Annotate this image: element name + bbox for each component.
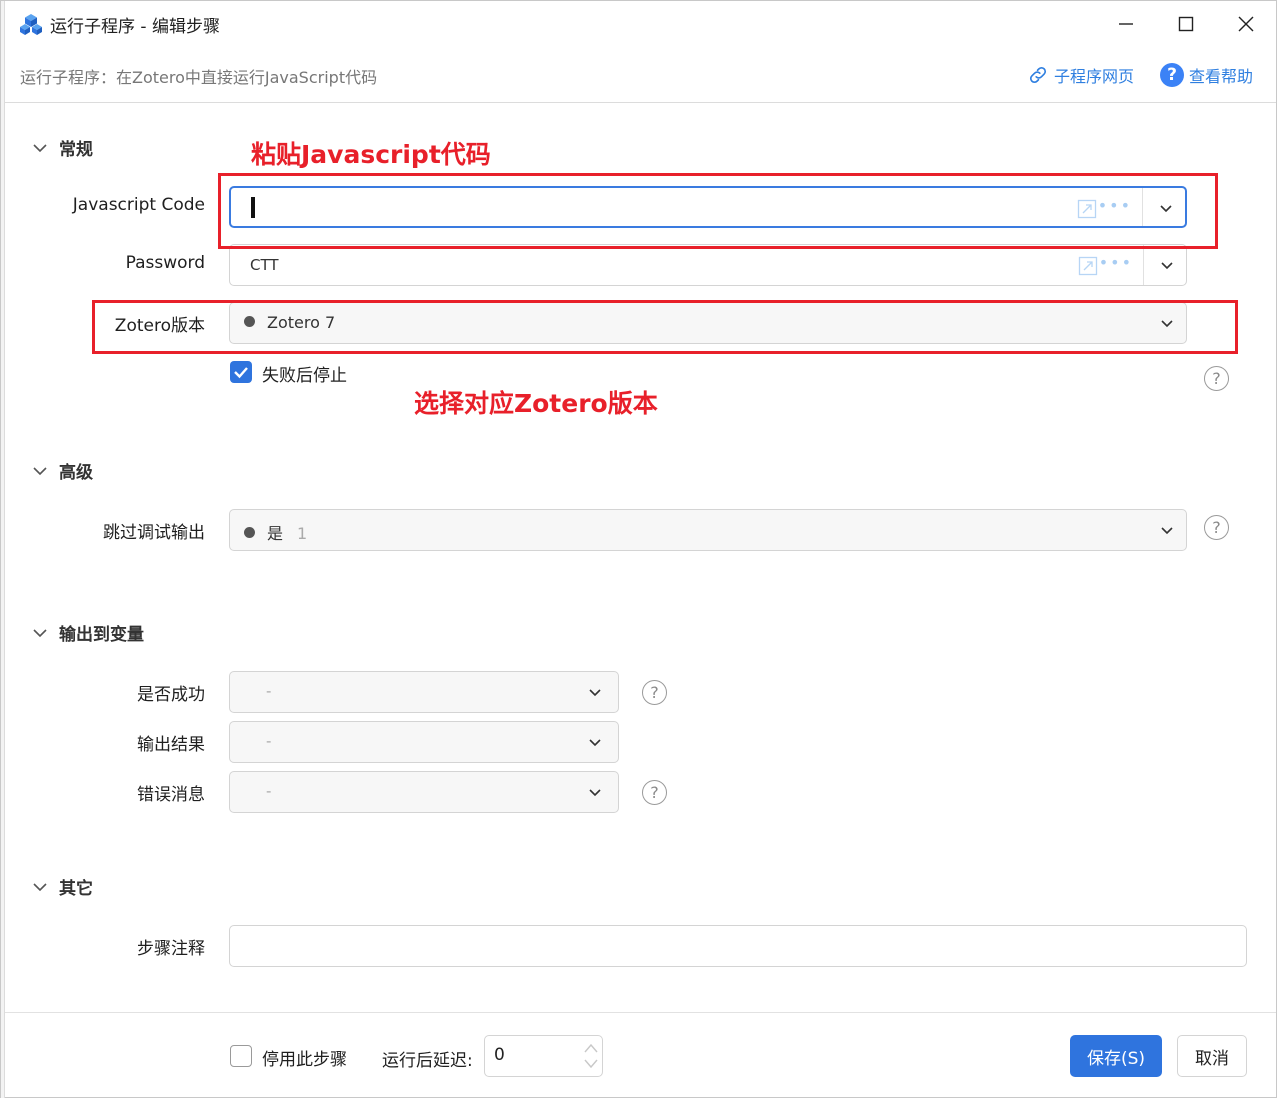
more-options-icon[interactable]: ••• [1099, 253, 1133, 272]
chevron-down-icon [33, 628, 47, 637]
section-output-toggle[interactable]: 输出到变量 [31, 620, 144, 645]
chevron-down-icon [33, 466, 47, 475]
skip-debug-display: 是1 [244, 520, 307, 544]
link-icon [1029, 66, 1047, 84]
chevron-down-icon [33, 882, 47, 891]
result-var-label: 输出结果 [137, 735, 205, 755]
annotation-box-js [218, 173, 1218, 249]
option-dot-icon [244, 527, 255, 538]
chevron-down-icon[interactable] [1158, 256, 1176, 274]
result-var-value: - [266, 732, 272, 750]
delay-label: 运行后延迟: [382, 1051, 473, 1071]
subprogram-link-label: 子程序网页 [1054, 67, 1135, 86]
password-label: Password [125, 253, 205, 273]
section-general-toggle[interactable]: 常规 [31, 135, 93, 160]
password-input[interactable]: CTT ••• [229, 244, 1187, 286]
step-subtitle: 运行子程序：在Zotero中直接运行JavaScript代码 [20, 68, 378, 87]
question-mark-icon[interactable]: ? [642, 780, 667, 805]
section-advanced-title: 高级 [59, 463, 93, 483]
js-code-label: Javascript Code [72, 195, 205, 215]
success-var-value: - [266, 682, 272, 700]
question-mark-icon[interactable]: ? [1204, 366, 1229, 391]
app-cubes-icon [20, 14, 42, 35]
skip-debug-select[interactable]: 是1 [229, 509, 1187, 551]
field-divider [1143, 245, 1144, 285]
annotation-box-zotero [92, 300, 1238, 354]
window-left-edge [1, 1, 5, 1098]
error-var-select[interactable]: - [229, 771, 619, 813]
section-other-toggle[interactable]: 其它 [31, 874, 93, 899]
disable-step-checkbox[interactable] [230, 1045, 252, 1067]
error-var-value: - [266, 782, 272, 800]
section-general-title: 常规 [59, 140, 93, 160]
delay-value: 0 [494, 1045, 505, 1065]
maximize-icon [1178, 16, 1194, 32]
expand-editor-icon[interactable] [1078, 256, 1098, 276]
step-note-label: 步骤注释 [137, 939, 205, 959]
question-mark-icon[interactable]: ? [1204, 515, 1229, 540]
annotation-choose-zotero: 选择对应Zotero版本 [414, 389, 658, 418]
help-icon: ? [1160, 63, 1184, 87]
annotation-paste-js: 粘贴Javascript代码 [251, 140, 491, 169]
close-icon [1238, 16, 1254, 32]
chevron-down-icon[interactable] [586, 683, 604, 701]
minimize-icon [1119, 23, 1133, 25]
dialog-window: 运行子程序 - 编辑步骤 运行子程序：在Zotero中直接运行JavaScrip… [0, 0, 1277, 1098]
stop-on-fail-label: 失败后停止 [262, 366, 347, 386]
disable-step-label: 停用此步骤 [262, 1050, 347, 1070]
section-output-title: 输出到变量 [59, 625, 144, 645]
result-var-select[interactable]: - [229, 721, 619, 763]
section-advanced-toggle[interactable]: 高级 [31, 458, 93, 483]
error-var-label: 错误消息 [137, 785, 205, 805]
window-title: 运行子程序 - 编辑步骤 [50, 17, 220, 37]
question-mark-icon[interactable]: ? [642, 680, 667, 705]
spinner-arrows-icon[interactable] [582, 1040, 600, 1072]
close-button[interactable] [1216, 1, 1276, 47]
help-link-label: 查看帮助 [1189, 67, 1254, 86]
footer-divider [5, 1012, 1276, 1013]
success-var-label: 是否成功 [137, 685, 205, 705]
help-link[interactable]: ? 查看帮助 [1160, 63, 1253, 87]
chevron-down-icon[interactable] [586, 783, 604, 801]
sub-header: 运行子程序：在Zotero中直接运行JavaScript代码 子程序网页 ? 查… [5, 47, 1276, 103]
chevron-down-icon[interactable] [586, 733, 604, 751]
title-bar: 运行子程序 - 编辑步骤 [5, 1, 1276, 47]
password-value: CTT [250, 256, 279, 274]
success-var-select[interactable]: - [229, 671, 619, 713]
skip-debug-extra: 1 [297, 524, 308, 543]
chevron-down-icon [33, 143, 47, 152]
save-button[interactable]: 保存(S) [1070, 1035, 1162, 1077]
section-other-title: 其它 [59, 879, 93, 899]
subprogram-page-link[interactable]: 子程序网页 [1027, 63, 1134, 87]
chevron-down-icon[interactable] [1158, 521, 1176, 539]
cancel-button[interactable]: 取消 [1177, 1035, 1247, 1077]
checkmark-icon [234, 367, 248, 379]
skip-debug-value: 是 [267, 524, 284, 543]
minimize-button[interactable] [1096, 1, 1156, 47]
stop-on-fail-checkbox[interactable] [230, 361, 252, 383]
delay-spinbox[interactable]: 0 [484, 1035, 603, 1077]
step-note-input[interactable] [229, 925, 1247, 967]
maximize-button[interactable] [1156, 1, 1216, 47]
skip-debug-label: 跳过调试输出 [103, 523, 205, 543]
